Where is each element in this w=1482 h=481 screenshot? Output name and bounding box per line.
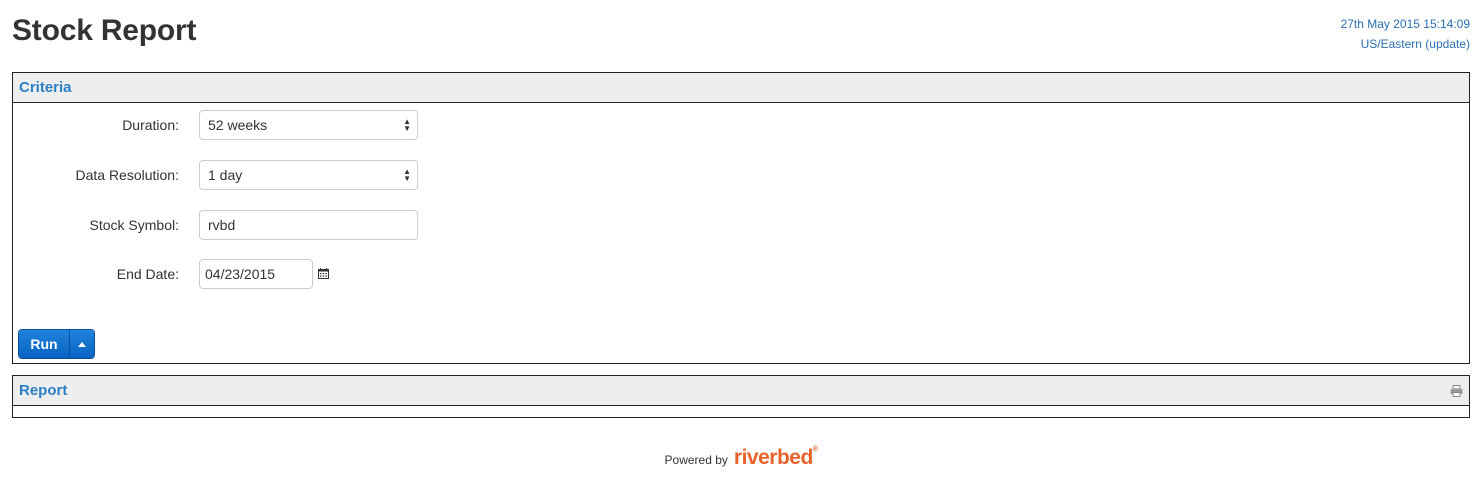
- duration-row: Duration:: [13, 110, 179, 140]
- duration-value: 52 weeks: [208, 117, 268, 133]
- criteria-panel: Criteria Duration: 52 weeks ▲ ▼ Data Reso…: [12, 72, 1470, 364]
- brand-name: riverbed: [733, 446, 813, 469]
- end-date-row: End Date:: [13, 259, 179, 289]
- riverbed-logo: riverbed®: [734, 446, 818, 470]
- duration-select[interactable]: 52 weeks ▲ ▼: [199, 110, 418, 140]
- timezone-update-link[interactable]: US/Eastern (update): [1361, 37, 1470, 51]
- print-icon[interactable]: [1450, 384, 1463, 397]
- end-date-input[interactable]: 04/23/2015: [199, 259, 313, 289]
- criteria-title[interactable]: Criteria: [19, 79, 72, 96]
- resolution-value: 1 day: [208, 167, 243, 183]
- select-arrows-icon: ▲ ▼: [403, 167, 411, 183]
- end-date-label: End Date:: [116, 266, 179, 282]
- run-options-toggle[interactable]: [69, 330, 94, 358]
- stock-symbol-input[interactable]: rvbd: [199, 210, 418, 240]
- page-title: Stock Report: [12, 14, 197, 47]
- duration-label: Duration:: [122, 117, 179, 133]
- symbol-label: Stock Symbol:: [89, 217, 179, 233]
- symbol-row: Stock Symbol:: [13, 210, 179, 240]
- resolution-row: Data Resolution:: [13, 160, 179, 190]
- footer: Powered by riverbed®: [0, 446, 1482, 470]
- stock-symbol-value: rvbd: [208, 217, 236, 233]
- report-panel-header[interactable]: Report: [13, 376, 1469, 406]
- powered-by-text: Powered by: [664, 453, 728, 467]
- resolution-select[interactable]: 1 day ▲ ▼: [199, 160, 418, 190]
- select-arrows-icon: ▲ ▼: [403, 117, 411, 133]
- timestamp-block: 27th May 2015 15:14:09 US/Eastern (updat…: [1341, 14, 1470, 54]
- resolution-label: Data Resolution:: [75, 167, 179, 183]
- run-button-group: Run: [18, 329, 95, 359]
- end-date-value: 04/23/2015: [205, 266, 276, 282]
- report-timestamp: 27th May 2015 15:14:09: [1340, 17, 1470, 31]
- report-panel: Report: [12, 375, 1470, 418]
- registered-mark-icon: ®: [812, 446, 818, 453]
- calendar-icon[interactable]: [318, 268, 329, 279]
- caret-up-icon: [78, 341, 86, 347]
- run-button[interactable]: Run: [19, 330, 69, 358]
- report-title[interactable]: Report: [19, 382, 67, 399]
- criteria-panel-header[interactable]: Criteria: [13, 73, 1469, 103]
